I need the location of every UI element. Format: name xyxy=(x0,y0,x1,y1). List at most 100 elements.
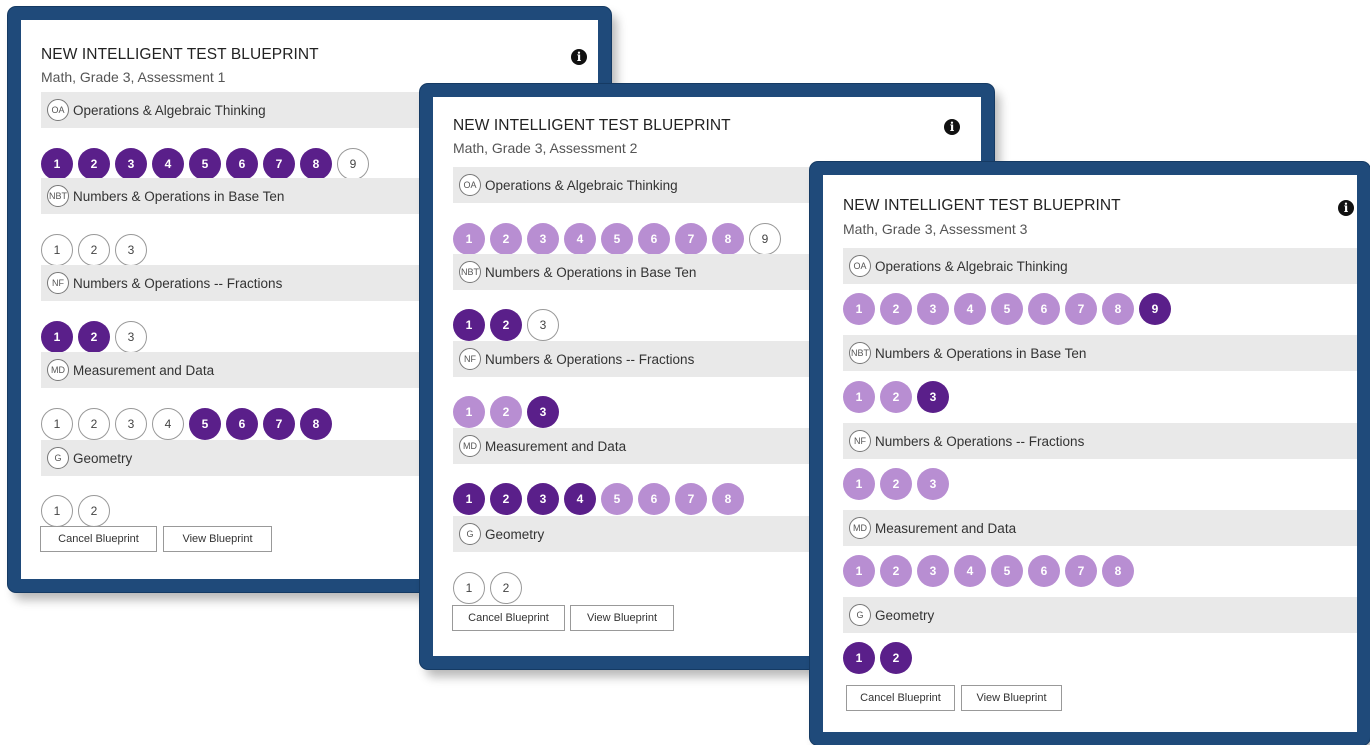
standard-circle-row: 123 xyxy=(41,321,147,353)
standard-circle[interactable]: 1 xyxy=(843,381,875,413)
standard-circle[interactable]: 4 xyxy=(152,148,184,180)
standard-circle[interactable]: 3 xyxy=(527,396,559,428)
standard-circle[interactable]: 1 xyxy=(843,293,875,325)
standard-circle[interactable]: 6 xyxy=(638,223,670,255)
standard-circle[interactable]: 8 xyxy=(712,223,744,255)
standard-circle[interactable]: 1 xyxy=(41,234,73,266)
standard-circle[interactable]: 9 xyxy=(749,223,781,255)
standard-circle[interactable]: 3 xyxy=(527,223,559,255)
standard-circle[interactable]: 3 xyxy=(917,555,949,587)
standard-circle[interactable]: 6 xyxy=(1028,555,1060,587)
standard-circle[interactable]: 9 xyxy=(1139,293,1171,325)
standard-circle[interactable]: 1 xyxy=(41,495,73,527)
standard-circle[interactable]: 2 xyxy=(490,396,522,428)
section-header: NBT Numbers & Operations in Base Ten xyxy=(843,335,1357,371)
standard-circle[interactable]: 2 xyxy=(78,408,110,440)
info-icon[interactable]: i xyxy=(571,49,587,65)
standard-circle[interactable]: 9 xyxy=(337,148,369,180)
standard-circle[interactable]: 6 xyxy=(226,408,258,440)
standard-circle[interactable]: 2 xyxy=(880,468,912,500)
standard-circle[interactable]: 1 xyxy=(453,396,485,428)
standard-circle-row: 123456789 xyxy=(453,223,781,255)
standard-circle[interactable]: 5 xyxy=(189,408,221,440)
standard-circle-row: 12 xyxy=(453,572,522,604)
standard-circle[interactable]: 7 xyxy=(1065,555,1097,587)
standard-circle[interactable]: 1 xyxy=(41,148,73,180)
standard-circle[interactable]: 3 xyxy=(527,483,559,515)
standard-circle[interactable]: 8 xyxy=(300,408,332,440)
standard-circle[interactable]: 7 xyxy=(263,408,295,440)
standard-circle[interactable]: 3 xyxy=(527,309,559,341)
standard-circle[interactable]: 5 xyxy=(601,223,633,255)
standard-circle[interactable]: 2 xyxy=(78,495,110,527)
standard-circle[interactable]: 1 xyxy=(453,309,485,341)
standard-circle[interactable]: 5 xyxy=(991,555,1023,587)
standard-circle[interactable]: 2 xyxy=(880,293,912,325)
standard-circle-row: 123 xyxy=(41,234,147,266)
standard-circle[interactable]: 1 xyxy=(843,642,875,674)
standard-circle[interactable]: 2 xyxy=(490,309,522,341)
standard-circle-row: 123456789 xyxy=(843,293,1171,325)
standard-circle[interactable]: 3 xyxy=(917,381,949,413)
cancel-blueprint-button[interactable]: Cancel Blueprint xyxy=(452,605,565,631)
standard-circle[interactable]: 4 xyxy=(564,223,596,255)
standard-circle[interactable]: 2 xyxy=(490,223,522,255)
standard-circle[interactable]: 6 xyxy=(1028,293,1060,325)
standard-circle[interactable]: 6 xyxy=(638,483,670,515)
standard-circle[interactable]: 7 xyxy=(675,223,707,255)
standard-circle[interactable]: 2 xyxy=(880,555,912,587)
standard-circle[interactable]: 8 xyxy=(1102,293,1134,325)
standard-circle-row: 123 xyxy=(843,468,949,500)
standard-circle[interactable]: 1 xyxy=(843,555,875,587)
standard-circle[interactable]: 2 xyxy=(490,572,522,604)
standard-circle[interactable]: 1 xyxy=(41,408,73,440)
view-blueprint-button[interactable]: View Blueprint xyxy=(163,526,272,552)
standard-circle[interactable]: 3 xyxy=(115,234,147,266)
cancel-blueprint-button[interactable]: Cancel Blueprint xyxy=(40,526,157,552)
standard-circle[interactable]: 3 xyxy=(115,321,147,353)
standard-circle[interactable]: 2 xyxy=(78,321,110,353)
standard-circle[interactable]: 1 xyxy=(453,483,485,515)
standard-circle[interactable]: 8 xyxy=(1102,555,1134,587)
cancel-blueprint-button[interactable]: Cancel Blueprint xyxy=(846,685,955,711)
standard-circle-row: 12 xyxy=(843,642,912,674)
standard-circle[interactable]: 2 xyxy=(490,483,522,515)
standard-circle[interactable]: 1 xyxy=(453,572,485,604)
standard-circle[interactable]: 4 xyxy=(152,408,184,440)
standard-circle[interactable]: 8 xyxy=(712,483,744,515)
section-name: Operations & Algebraic Thinking xyxy=(485,177,678,193)
view-blueprint-button[interactable]: View Blueprint xyxy=(570,605,674,631)
section-abbr-badge: G xyxy=(849,604,871,626)
standard-circle[interactable]: 2 xyxy=(880,381,912,413)
info-icon[interactable]: i xyxy=(1338,200,1354,216)
standard-circle[interactable]: 1 xyxy=(843,468,875,500)
section-abbr-badge: NF xyxy=(459,348,481,370)
standard-circle[interactable]: 2 xyxy=(78,148,110,180)
section-name: Numbers & Operations -- Fractions xyxy=(875,433,1085,449)
standard-circle[interactable]: 1 xyxy=(41,321,73,353)
standard-circle[interactable]: 7 xyxy=(1065,293,1097,325)
standard-circle[interactable]: 3 xyxy=(115,408,147,440)
standard-circle[interactable]: 2 xyxy=(78,234,110,266)
standard-circle[interactable]: 5 xyxy=(189,148,221,180)
section-abbr-badge: NBT xyxy=(47,185,69,207)
standard-circle[interactable]: 7 xyxy=(675,483,707,515)
standard-circle[interactable]: 7 xyxy=(263,148,295,180)
standard-circle[interactable]: 5 xyxy=(991,293,1023,325)
standard-circle[interactable]: 3 xyxy=(917,293,949,325)
info-icon[interactable]: i xyxy=(944,119,960,135)
standard-circle[interactable]: 3 xyxy=(115,148,147,180)
standard-circle[interactable]: 6 xyxy=(226,148,258,180)
standard-circle-row: 123 xyxy=(843,381,949,413)
standard-circle[interactable]: 2 xyxy=(880,642,912,674)
standard-circle[interactable]: 4 xyxy=(564,483,596,515)
standard-circle[interactable]: 1 xyxy=(453,223,485,255)
standard-circle[interactable]: 4 xyxy=(954,555,986,587)
section-header: MD Measurement and Data xyxy=(843,510,1357,546)
view-blueprint-button[interactable]: View Blueprint xyxy=(961,685,1062,711)
standard-circle[interactable]: 3 xyxy=(917,468,949,500)
standard-circle[interactable]: 5 xyxy=(601,483,633,515)
standard-circle[interactable]: 8 xyxy=(300,148,332,180)
section-name: Operations & Algebraic Thinking xyxy=(875,258,1068,274)
standard-circle[interactable]: 4 xyxy=(954,293,986,325)
